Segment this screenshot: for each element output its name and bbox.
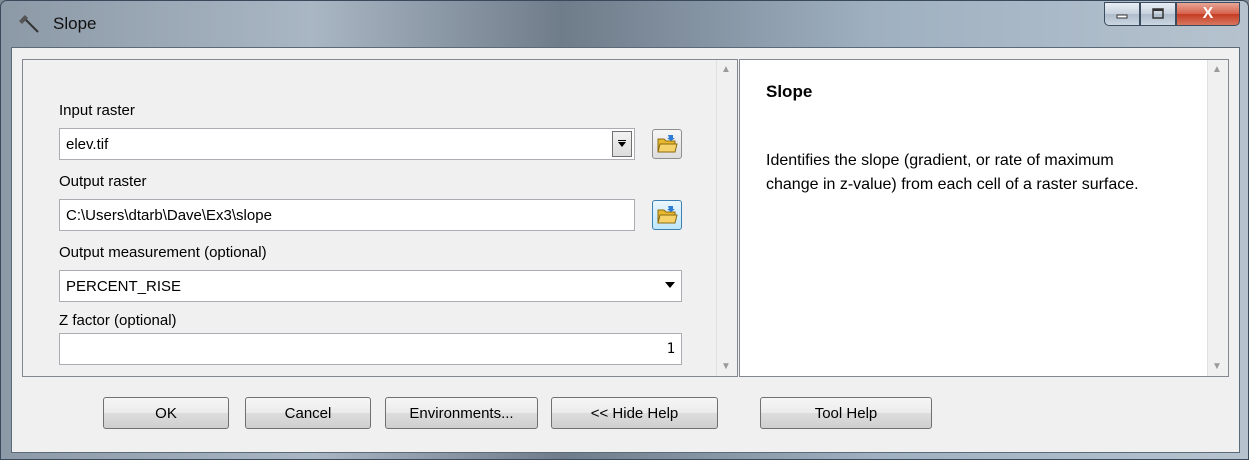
title-bar[interactable]: Slope X	[1, 1, 1248, 47]
output-raster-label: Output raster	[59, 173, 147, 190]
parameters-scrollbar[interactable]: ▲ ▼	[716, 60, 737, 376]
chevron-down-icon	[618, 140, 626, 147]
chevron-down-icon	[665, 282, 675, 288]
open-folder-icon	[657, 206, 678, 224]
ok-button[interactable]: OK	[103, 397, 229, 429]
scroll-up-icon[interactable]: ▲	[721, 64, 731, 75]
parameters-pane: Input raster elev.tif Output raster C:\U…	[22, 59, 738, 377]
help-pane: Slope Identifies the slope (gradient, or…	[739, 59, 1229, 377]
dialog-client-area: Input raster elev.tif Output raster C:\U…	[11, 47, 1240, 453]
z-factor-input[interactable]: 1	[59, 333, 682, 365]
slope-tool-window: Slope X Input raster elev.tif Output ras…	[0, 0, 1249, 460]
input-raster-dropdown-button[interactable]	[612, 131, 632, 157]
close-button[interactable]: X	[1176, 2, 1240, 26]
z-factor-label: Z factor (optional)	[59, 312, 177, 329]
tool-help-button[interactable]: Tool Help	[760, 397, 932, 429]
maximize-icon	[1152, 8, 1164, 19]
help-title: Slope	[766, 82, 813, 101]
minimize-icon	[1116, 14, 1128, 19]
scroll-down-icon[interactable]: ▼	[721, 361, 731, 372]
scroll-up-icon[interactable]: ▲	[1212, 64, 1222, 75]
input-raster-browse-button[interactable]	[652, 129, 682, 159]
open-folder-icon	[657, 135, 678, 153]
output-raster-browse-button[interactable]	[652, 200, 682, 230]
cancel-button[interactable]: Cancel	[245, 397, 371, 429]
hide-help-button[interactable]: << Hide Help	[551, 397, 718, 429]
output-measurement-select[interactable]: PERCENT_RISE	[59, 270, 682, 302]
close-icon: X	[1202, 5, 1214, 22]
minimize-button[interactable]	[1104, 2, 1140, 26]
output-raster-input[interactable]: C:\Users\dtarb\Dave\Ex3\slope	[59, 199, 635, 231]
input-raster-combobox[interactable]: elev.tif	[59, 128, 635, 160]
output-measurement-label: Output measurement (optional)	[59, 244, 267, 261]
output-measurement-value: PERCENT_RISE	[66, 277, 182, 295]
window-title: Slope	[53, 14, 97, 33]
environments-button[interactable]: Environments...	[385, 397, 538, 429]
output-raster-value: C:\Users\dtarb\Dave\Ex3\slope	[66, 206, 272, 224]
help-scrollbar[interactable]: ▲ ▼	[1207, 60, 1228, 376]
scroll-down-icon[interactable]: ▼	[1212, 361, 1222, 372]
hammer-icon	[17, 13, 41, 35]
input-raster-value: elev.tif	[66, 135, 109, 153]
maximize-button[interactable]	[1140, 2, 1176, 26]
help-description: Identifies the slope (gradient, or rate …	[766, 152, 1139, 193]
input-raster-label: Input raster	[59, 102, 135, 119]
z-factor-value: 1	[666, 341, 675, 357]
